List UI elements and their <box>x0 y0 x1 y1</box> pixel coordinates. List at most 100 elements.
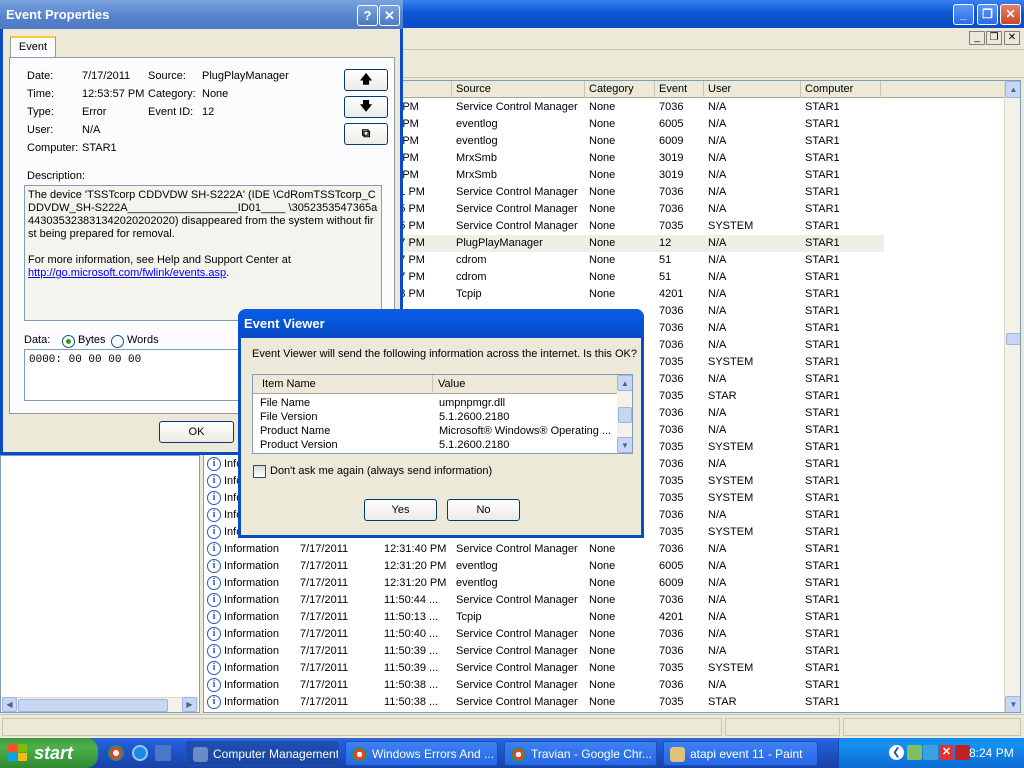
cell-computer: STAR1 <box>805 101 840 113</box>
copy-button[interactable]: ⧉ <box>344 123 388 145</box>
list-item[interactable]: Product Name Microsoft® Windows® Operatin… <box>253 424 617 438</box>
cell-user: N/A <box>708 203 727 215</box>
task-windows-errors[interactable]: Windows Errors And ... <box>345 741 498 766</box>
info-list-scrollbar[interactable]: ▲ ▼ <box>617 375 632 453</box>
tree-horizontal-scrollbar[interactable]: ◀ ▶ <box>2 697 198 712</box>
ok-button[interactable]: OK <box>159 421 234 443</box>
scroll-down-icon[interactable]: ▼ <box>617 437 632 453</box>
col-value[interactable]: Value <box>433 375 617 394</box>
words-radio[interactable] <box>111 335 124 348</box>
scroll-thumb[interactable] <box>618 407 632 423</box>
scroll-thumb[interactable] <box>1006 333 1020 345</box>
help-button[interactable]: ? <box>357 5 378 26</box>
list-item[interactable]: File Version 5.1.2600.2180 <box>253 410 617 424</box>
cell-category: None <box>589 169 616 181</box>
cell-type: Information <box>224 560 280 572</box>
cell-user: N/A <box>708 424 727 436</box>
mdi-minimize-button[interactable]: _ <box>969 31 985 45</box>
scroll-up-icon[interactable]: ▲ <box>1005 81 1020 98</box>
clock[interactable]: 8:24 PM <box>969 738 1014 768</box>
task-computer-management[interactable]: Computer Management <box>186 741 339 766</box>
tree-pane[interactable] <box>0 455 200 713</box>
cell-computer: STAR1 <box>805 560 840 572</box>
cell-event: 6009 <box>659 135 684 147</box>
cell-category: None <box>589 288 616 300</box>
col-computer[interactable]: Computer <box>801 81 881 98</box>
scroll-up-icon[interactable]: ▲ <box>617 375 632 391</box>
ie-quicklaunch-icon[interactable] <box>132 745 148 761</box>
col-source[interactable]: Source <box>452 81 585 98</box>
cell-computer: STAR1 <box>805 458 840 470</box>
cell-event: 7036 <box>659 203 684 215</box>
help-link[interactable]: http://go.microsoft.com/fwlink/events.as… <box>28 267 226 279</box>
shield-icon[interactable] <box>923 745 938 760</box>
scroll-right-icon[interactable]: ▶ <box>182 697 197 712</box>
cell-computer: STAR1 <box>805 220 840 232</box>
table-row[interactable]: i Information 7/17/2011 12:31:20 PM eventlog… <box>204 558 884 575</box>
mdi-close-button[interactable]: ✕ <box>1004 31 1020 45</box>
cell-event: 7035 <box>659 526 684 538</box>
security-alert-icon[interactable]: ✕ <box>939 745 954 760</box>
info-list[interactable]: Item Name Value File Name umpnpmgr.dll Fil… <box>252 374 633 454</box>
yes-button[interactable]: Yes <box>364 499 437 521</box>
show-hidden-icons-icon[interactable]: ❮ <box>889 745 904 760</box>
scroll-left-icon[interactable]: ◀ <box>2 697 17 712</box>
bytes-radio[interactable] <box>62 335 75 348</box>
table-row[interactable]: i Information 7/17/2011 11:50:40 ... Service… <box>204 626 884 643</box>
cell-source: Service Control Manager <box>456 101 578 113</box>
table-row[interactable]: i Information 7/17/2011 11:50:44 ... Service… <box>204 592 884 609</box>
table-row[interactable]: i Information 7/17/2011 11:50:39 ... Service… <box>204 660 884 677</box>
list-item[interactable]: File Name umpnpmgr.dll <box>253 396 617 410</box>
date-value: 7/17/2011 <box>82 70 131 82</box>
source-label: Source: <box>148 70 186 82</box>
tab-event[interactable]: Event <box>10 36 56 58</box>
cell-event: 7035 <box>659 220 684 232</box>
task-paint[interactable]: atapi event 11 - Paint <box>663 741 818 766</box>
table-row[interactable]: i Information 7/17/2011 11:50:39 ... Service… <box>204 643 884 660</box>
no-button[interactable]: No <box>447 499 520 521</box>
cell-date: 7/17/2011 <box>300 560 349 572</box>
cell-event: 7036 <box>659 339 684 351</box>
col-event[interactable]: Event <box>655 81 704 98</box>
task-travian[interactable]: Travian - Google Chr... <box>504 741 657 766</box>
col-user[interactable]: User <box>704 81 801 98</box>
list-item[interactable]: Product Version 5.1.2600.2180 <box>253 438 617 452</box>
table-row[interactable]: i Information 7/17/2011 12:31:40 PM Service … <box>204 541 884 558</box>
event-list-vertical-scrollbar[interactable]: ▲ ▼ <box>1004 81 1020 712</box>
close-button[interactable]: ✕ <box>379 5 400 26</box>
table-row[interactable]: i Information 7/17/2011 11:50:38 ... Service… <box>204 694 884 711</box>
cell-event: 7036 <box>659 407 684 419</box>
previous-event-button[interactable]: 🡅 <box>344 69 388 91</box>
maximize-button[interactable]: ❐ <box>977 4 998 25</box>
minimize-button[interactable]: _ <box>953 4 974 25</box>
cm-titlebar[interactable] <box>400 0 1024 28</box>
network-icon[interactable] <box>907 745 922 760</box>
description-box[interactable]: The device 'TSSTcorp CDDVDW SH-S222A' (I… <box>24 185 382 321</box>
show-desktop-icon[interactable] <box>155 745 171 761</box>
mdi-restore-button[interactable]: ❐ <box>986 31 1002 45</box>
antivirus-icon[interactable] <box>955 745 970 760</box>
item-name: File Name <box>260 397 311 409</box>
dont-ask-checkbox[interactable] <box>253 465 266 478</box>
dialog-message: Event Viewer will send the following inf… <box>252 348 637 360</box>
scroll-thumb[interactable] <box>18 699 168 712</box>
event-properties-titlebar[interactable]: Event Properties <box>0 0 403 29</box>
col-category[interactable]: Category <box>585 81 655 98</box>
table-row[interactable]: i Information 7/17/2011 11:50:13 ... Tcpip No… <box>204 609 884 626</box>
status-segment <box>2 718 722 736</box>
start-button[interactable]: start <box>0 738 98 768</box>
chrome-quicklaunch-icon[interactable] <box>108 745 124 761</box>
col-item-name[interactable]: Item Name <box>253 375 433 394</box>
event-viewer-titlebar[interactable]: Event Viewer <box>238 309 644 338</box>
table-row[interactable]: i Information 7/17/2011 12:31:20 PM eventlog… <box>204 575 884 592</box>
cell-user: N/A <box>708 152 727 164</box>
table-row[interactable]: i Information 7/17/2011 11:50:38 ... Service… <box>204 677 884 694</box>
data-box[interactable]: 0000: 00 00 00 00 <box>24 349 249 401</box>
scroll-down-icon[interactable]: ▼ <box>1005 696 1020 712</box>
next-event-button[interactable]: 🡇 <box>344 96 388 118</box>
close-button[interactable]: ✕ <box>1000 4 1021 25</box>
eventid-value: 12 <box>202 106 215 118</box>
cell-computer: STAR1 <box>805 577 840 589</box>
cell-category: None <box>589 118 616 130</box>
task-label: Travian - Google Chr... <box>531 747 652 761</box>
